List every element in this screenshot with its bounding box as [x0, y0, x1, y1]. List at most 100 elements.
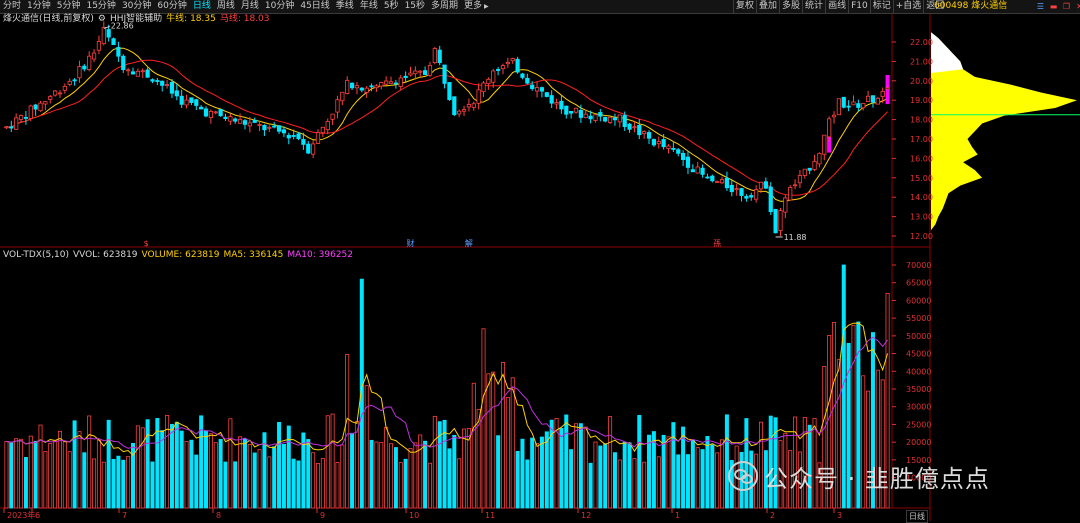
volume-indicator-name[interactable]: VOL-TDX(5,10)	[3, 250, 69, 261]
volume-bar	[700, 449, 705, 509]
candle-body	[116, 47, 121, 57]
volume-bar	[281, 443, 286, 509]
volume-bar	[101, 461, 106, 509]
volume-bar	[685, 454, 690, 509]
price-scale-label: 14.00	[910, 193, 933, 202]
volume-bar	[296, 460, 301, 509]
candle-body	[559, 100, 564, 110]
volume-bar	[121, 459, 126, 509]
candle-body	[160, 80, 165, 86]
candle-body	[569, 111, 574, 114]
candle-body	[238, 118, 243, 124]
candle-body	[72, 79, 77, 82]
event-marker: 财	[406, 238, 414, 248]
candle-body	[598, 112, 603, 117]
volume-bar	[369, 439, 374, 509]
candle-body	[203, 108, 209, 117]
volume-bar	[184, 440, 189, 509]
volume-bar	[4, 441, 9, 509]
candle-body	[432, 48, 437, 63]
candle-body	[861, 103, 866, 109]
volume-bar	[627, 442, 632, 509]
candle-body	[257, 124, 262, 126]
candle-body	[768, 186, 773, 212]
candle-body	[43, 101, 48, 105]
volume-bar	[612, 452, 617, 509]
price-annotations: 22.86 11.88	[103, 21, 807, 242]
volume-bar	[710, 444, 715, 509]
candle-body	[754, 189, 759, 200]
candle-body	[379, 82, 384, 87]
candle-body	[140, 70, 145, 73]
candle-body	[632, 126, 637, 129]
candle-body	[656, 141, 661, 145]
candle-body	[607, 116, 613, 123]
volume-bar	[603, 443, 608, 509]
candle-body	[491, 70, 496, 83]
candle-body	[4, 126, 9, 129]
candle-body	[340, 91, 345, 102]
volume-bar	[53, 440, 58, 509]
volume-bar	[617, 459, 622, 509]
candle-body	[233, 118, 238, 122]
volume-bar	[242, 438, 247, 509]
volume-bar	[28, 435, 33, 509]
volume-bar	[505, 397, 510, 509]
candle-body	[554, 102, 559, 105]
candle-body	[749, 195, 754, 198]
price-scale-label: 16.00	[910, 154, 933, 163]
volume-bar	[676, 454, 681, 509]
candle-body	[710, 175, 715, 182]
candle-body	[403, 75, 408, 79]
candle-body	[471, 103, 476, 108]
volume-bar	[423, 440, 428, 509]
volume-bar	[145, 419, 150, 509]
volume-bar	[116, 455, 121, 509]
volume-scale-label: 45000	[906, 350, 931, 359]
volume-bar	[62, 441, 67, 509]
candle-body	[797, 175, 803, 184]
volume-bar	[398, 462, 403, 509]
volume-bar	[559, 427, 564, 509]
volume-bar	[471, 382, 476, 509]
date-axis: 2023年 6 7 8 9 10 11 12 1 2 3	[3, 508, 842, 520]
volume-bar	[67, 451, 72, 509]
volume-bar	[598, 445, 603, 509]
volume-bar	[564, 414, 569, 509]
candle-body	[622, 115, 627, 127]
candle-body	[145, 69, 150, 78]
candle-body	[330, 113, 335, 120]
candle-body	[218, 109, 223, 117]
volume-bar	[408, 448, 413, 509]
volume-bar	[427, 462, 432, 509]
volume-bar	[350, 432, 355, 509]
candle-body	[23, 116, 29, 119]
candle-body	[700, 167, 705, 175]
volume-bar	[520, 438, 525, 509]
candle-body	[408, 72, 413, 76]
period-label[interactable]: 日线	[906, 510, 928, 523]
volume-scale-label: 20000	[906, 438, 931, 447]
candle-body	[121, 55, 126, 71]
volume-bar	[96, 439, 101, 509]
candle-body	[865, 95, 871, 103]
volume-bar	[160, 430, 165, 509]
volume-scale-label: 70000	[906, 261, 931, 270]
volume-scale-label: 25000	[906, 420, 931, 429]
candle-body	[369, 85, 374, 88]
candle-body	[773, 208, 778, 234]
volume-bar	[418, 434, 423, 509]
stock-chart-window: 分时 1分钟 5分钟 15分钟 30分钟 60分钟 日线 周线 月线 10分钟 45日线 季线 年线 5秒…	[0, 0, 1080, 523]
candle-body	[783, 197, 788, 213]
volume-bar	[19, 438, 24, 509]
candle-body	[661, 139, 666, 148]
candle-body	[588, 115, 593, 120]
candle-body	[150, 79, 155, 82]
candle-body	[617, 114, 622, 123]
candle-body	[106, 29, 111, 38]
candle-body	[276, 125, 282, 132]
candle-body	[169, 81, 175, 94]
candle-body	[359, 87, 364, 91]
event-marker: $	[144, 239, 149, 248]
volume-bar	[486, 373, 491, 509]
